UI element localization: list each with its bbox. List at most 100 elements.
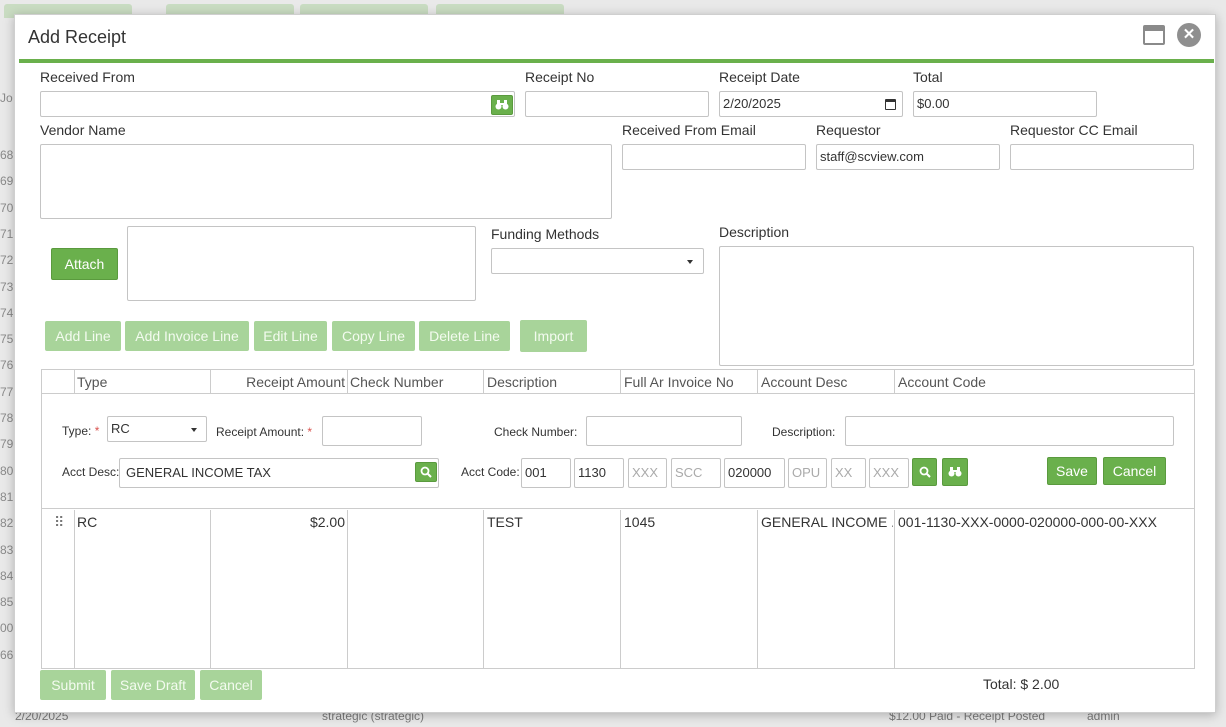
- received-from-email-label: Received From Email: [622, 122, 756, 138]
- cell-account-code: 001-1130-XXX-0000-020000-000-00-XXX: [898, 514, 1157, 530]
- requestor-cc-email-label: Requestor CC Email: [1010, 122, 1138, 138]
- receipt-lines-grid: Type Receipt Amount Check Number Descrip…: [41, 369, 1195, 669]
- receipt-amount-input[interactable]: [322, 416, 422, 446]
- background-row-number: 79: [0, 437, 14, 452]
- receipt-no-label: Receipt No: [525, 69, 595, 85]
- column-header-check-number[interactable]: Check Number: [348, 370, 484, 394]
- binoculars-icon[interactable]: [942, 458, 968, 486]
- acct-code-segment-6[interactable]: OPU: [788, 458, 827, 488]
- background-row-number: 82: [0, 516, 14, 531]
- calendar-icon[interactable]: [885, 99, 896, 110]
- search-icon[interactable]: [912, 458, 937, 486]
- line-cancel-button[interactable]: Cancel: [1103, 457, 1166, 485]
- background-row-number: 72: [0, 253, 14, 268]
- dialog-header: Add Receipt ✕: [15, 15, 1215, 59]
- column-header-account-desc[interactable]: Account Desc: [759, 370, 895, 394]
- requestor-cc-email-input[interactable]: [1010, 144, 1194, 170]
- type-label: Type: *: [62, 424, 100, 438]
- acct-code-segment-8[interactable]: XXX: [869, 458, 909, 488]
- background-row-number: 73: [0, 279, 14, 294]
- drag-handle-icon[interactable]: ⠿: [52, 510, 72, 534]
- dialog-title: Add Receipt: [28, 27, 127, 47]
- receipt-date-label: Receipt Date: [719, 69, 800, 85]
- background-row-number: 75: [0, 332, 14, 347]
- background-row-number: 78: [0, 411, 14, 425]
- background-row-number: 84: [0, 568, 14, 583]
- acct-code-segment-4[interactable]: SCC: [671, 458, 721, 488]
- import-button[interactable]: Import: [520, 320, 587, 352]
- chevron-down-icon: [687, 260, 693, 264]
- line-save-button[interactable]: Save: [1047, 457, 1097, 485]
- acct-code-segment-1[interactable]: 001: [521, 458, 571, 488]
- copy-line-button[interactable]: Copy Line: [332, 321, 415, 351]
- cell-description: TEST: [487, 514, 523, 530]
- add-invoice-line-button[interactable]: Add Invoice Line: [125, 321, 249, 351]
- funding-methods-select[interactable]: [491, 248, 704, 274]
- grand-total: Total: $ 2.00: [983, 676, 1060, 692]
- receipt-amount-label: Receipt Amount: *: [216, 425, 313, 439]
- received-from-email-input[interactable]: [622, 144, 806, 170]
- total-input[interactable]: $0.00: [913, 91, 1097, 117]
- acct-code-label: Acct Code:: [461, 465, 520, 479]
- acct-code-segment-2[interactable]: 1130: [574, 458, 624, 488]
- vendor-name-textarea[interactable]: [40, 144, 612, 219]
- attachment-drop-area[interactable]: [127, 226, 476, 301]
- description-label: Description: [719, 224, 790, 240]
- close-icon[interactable]: ✕: [1177, 23, 1201, 47]
- vendor-name-label: Vendor Name: [40, 122, 126, 138]
- cell-receipt-amount: $2.00: [309, 514, 345, 530]
- line-description-label: Description:: [772, 425, 836, 439]
- check-number-input[interactable]: [586, 416, 742, 446]
- receipt-no-input[interactable]: [525, 91, 709, 117]
- column-header-receipt-amount[interactable]: Receipt Amount: [211, 370, 347, 394]
- chevron-down-icon: [191, 428, 197, 432]
- header-accent-rule: [19, 59, 1214, 63]
- background-header-fragment: Jo: [0, 91, 13, 105]
- line-editor: Type: * RC Receipt Amount: * Check Numbe…: [42, 394, 1194, 509]
- background-row-number: 76: [0, 358, 14, 373]
- line-description-input[interactable]: [845, 416, 1174, 446]
- background-row-number: 66: [0, 647, 14, 662]
- save-draft-button[interactable]: Save Draft: [111, 670, 195, 700]
- acct-code-segment-3[interactable]: XXX: [628, 458, 667, 488]
- total-label: Total: [913, 69, 943, 85]
- background-row-number: 70: [0, 200, 14, 215]
- background-row-number: 83: [0, 542, 14, 557]
- background-row-number: 77: [0, 384, 14, 399]
- acct-code-segment-7[interactable]: XX: [831, 458, 866, 488]
- column-header-full-ar-invoice-no[interactable]: Full Ar Invoice No: [622, 370, 758, 394]
- window-maximize-icon[interactable]: [1142, 24, 1166, 46]
- receipt-date-value: 2/20/2025: [723, 96, 781, 111]
- add-receipt-dialog: Add Receipt ✕ Received From Receipt No R…: [14, 14, 1216, 713]
- cell-type: RC: [77, 514, 98, 530]
- edit-line-button[interactable]: Edit Line: [254, 321, 327, 351]
- add-line-button[interactable]: Add Line: [45, 321, 121, 351]
- background-row-number: 68: [0, 148, 14, 162]
- background-row-number: 74: [0, 305, 14, 320]
- column-header-account-code[interactable]: Account Code: [896, 370, 1096, 394]
- binoculars-icon[interactable]: [491, 95, 513, 115]
- requestor-input[interactable]: staff@scview.com: [816, 144, 1000, 170]
- search-icon[interactable]: [415, 462, 437, 482]
- received-from-label: Received From: [40, 69, 135, 85]
- cancel-button[interactable]: Cancel: [200, 670, 262, 700]
- check-number-label: Check Number:: [494, 425, 578, 439]
- attach-button[interactable]: Attach: [51, 248, 118, 280]
- received-from-input[interactable]: [40, 91, 515, 117]
- column-header-description[interactable]: Description: [485, 370, 621, 394]
- acct-desc-label: Acct Desc:: [62, 465, 120, 479]
- background-row-number: 81: [0, 489, 14, 504]
- acct-code-segment-5[interactable]: 020000: [724, 458, 785, 488]
- receipt-date-input[interactable]: 2/20/2025: [719, 91, 903, 117]
- background-row-number: 85: [0, 595, 14, 610]
- delete-line-button[interactable]: Delete Line: [419, 321, 510, 351]
- description-textarea[interactable]: [719, 246, 1194, 366]
- submit-button[interactable]: Submit: [40, 670, 106, 700]
- funding-methods-label: Funding Methods: [491, 226, 600, 242]
- column-header-type[interactable]: Type: [75, 370, 211, 394]
- background-row-number: 00: [0, 621, 14, 636]
- requestor-label: Requestor: [816, 122, 881, 138]
- acct-desc-input[interactable]: GENERAL INCOME TAX: [119, 458, 439, 488]
- cell-account-desc: GENERAL INCOME ...: [761, 514, 893, 530]
- background-row-number: 80: [0, 463, 14, 478]
